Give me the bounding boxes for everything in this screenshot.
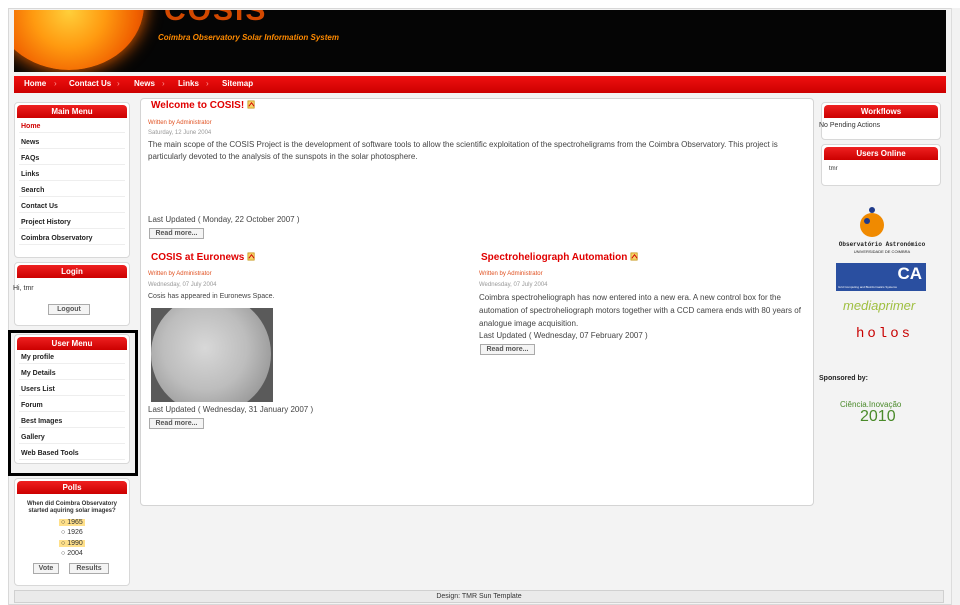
- article-author: Written by Administrator: [148, 120, 212, 126]
- nav-separator: ›: [54, 79, 57, 88]
- nav-home[interactable]: Home: [24, 79, 46, 88]
- solar-image: [151, 308, 273, 402]
- nav-separator: ›: [117, 79, 120, 88]
- article-title-spectroheliograph[interactable]: Spectroheliograph Automation: [481, 252, 639, 263]
- read-more-button[interactable]: Read more...: [480, 344, 535, 355]
- workflows-title: Workflows: [824, 105, 938, 118]
- polls-title: Polls: [17, 481, 127, 494]
- nav-links[interactable]: Links: [178, 79, 199, 88]
- pdf-icon[interactable]: [247, 252, 256, 261]
- article-author: Written by Administrator: [148, 271, 212, 277]
- main-menu-item-coimbra-observatory[interactable]: Coimbra Observatory: [19, 232, 125, 245]
- article-title-welcome[interactable]: Welcome to COSIS!: [151, 100, 256, 111]
- vote-button[interactable]: Vote: [33, 563, 59, 574]
- read-more-button[interactable]: Read more...: [149, 418, 204, 429]
- poll-question: When did Coimbra Observatory started aqu…: [26, 501, 117, 514]
- login-greeting: Hi, tmr: [13, 285, 34, 292]
- workflows-box: Workflows: [821, 102, 941, 140]
- main-menu-box: Main Menu Home News FAQs Links Search Co…: [14, 102, 130, 258]
- article-last-updated: Last Updated ( Wednesday, 07 February 20…: [479, 331, 648, 340]
- ca-logo-image: CA Grid Computing and Bioinformatics Sys…: [836, 263, 926, 291]
- poll-option-label: 1926: [67, 529, 83, 536]
- footer: Design: TMR Sun Template: [14, 590, 944, 603]
- main-menu-item-contact-us[interactable]: Contact Us: [19, 200, 125, 213]
- users-online-title: Users Online: [824, 147, 938, 160]
- nav-sitemap[interactable]: Sitemap: [222, 79, 253, 88]
- observatory-university: UNIVERSIDADE DE COIMBRA: [853, 249, 911, 254]
- site-logo-text: COSIS: [164, 10, 268, 27]
- scrollbar[interactable]: [951, 8, 960, 605]
- solar-disk-image: [151, 308, 271, 402]
- main-menu-item-faqs[interactable]: FAQs: [19, 152, 125, 165]
- article-body: The main scope of the COSIS Project is t…: [148, 140, 778, 161]
- article-date: Wednesday, 07 July 2004: [479, 282, 548, 288]
- polls-box: Polls When did Coimbra Observatory start…: [14, 478, 130, 586]
- poll-option-1926[interactable]: ○ 1926: [59, 529, 85, 536]
- holos-logo: holos: [856, 326, 914, 342]
- observatory-logo-icon: [860, 207, 884, 237]
- poll-option-2004[interactable]: ○ 2004: [59, 550, 85, 557]
- radio-icon: ○: [61, 529, 66, 536]
- poll-option-1965[interactable]: ○ 1965: [59, 519, 85, 526]
- main-menu-item-home[interactable]: Home: [19, 120, 125, 133]
- sun-logo-image: [14, 10, 144, 70]
- login-box: Login: [14, 262, 130, 326]
- article-last-updated: Last Updated ( Wednesday, 31 January 200…: [148, 405, 314, 414]
- ca-logo-subtitle: Grid Computing and Bioinformatics System…: [838, 285, 897, 289]
- highlight-rectangle: [8, 330, 138, 476]
- read-more-button[interactable]: Read more...: [149, 228, 204, 239]
- article-last-updated: Last Updated ( Monday, 22 October 2007 ): [148, 215, 300, 224]
- main-menu-item-links[interactable]: Links: [19, 168, 125, 181]
- top-navigation: Home › Contact Us › News › Links › Sitem…: [14, 76, 946, 93]
- login-title: Login: [17, 265, 127, 278]
- mediaprimer-logo: mediaprimer: [843, 298, 916, 313]
- nav-separator: ›: [206, 79, 209, 88]
- poll-option-label: 1990: [67, 540, 83, 547]
- ciencia-logo-year: 2010: [860, 408, 896, 425]
- nav-contact-us[interactable]: Contact Us: [69, 79, 111, 88]
- article-author: Written by Administrator: [479, 271, 543, 277]
- article-body: Cosis has appeared in Euronews Space.: [148, 293, 275, 300]
- pdf-icon[interactable]: [630, 252, 639, 261]
- article-date: Wednesday, 07 July 2004: [148, 282, 217, 288]
- online-user: tmr: [829, 166, 838, 172]
- pdf-icon[interactable]: [247, 100, 256, 109]
- radio-icon: ○: [61, 550, 66, 557]
- radio-icon: ○: [61, 519, 66, 526]
- main-menu-item-news[interactable]: News: [19, 136, 125, 149]
- sponsored-by-label: Sponsored by:: [819, 375, 869, 382]
- site-header: COSIS Coimbra Observatory Solar Informat…: [14, 10, 946, 72]
- poll-option-1990[interactable]: ○ 1990: [59, 540, 85, 547]
- workflows-status: No Pending Actions: [819, 122, 881, 129]
- users-online-box: Users Online: [821, 144, 941, 186]
- results-button[interactable]: Results: [69, 563, 109, 574]
- radio-icon: ○: [61, 540, 66, 547]
- logout-button[interactable]: Logout: [48, 304, 90, 315]
- nav-news[interactable]: News: [134, 79, 155, 88]
- site-subtitle: Coimbra Observatory Solar Information Sy…: [158, 33, 339, 42]
- observatory-name: Observatório Astronómico: [838, 241, 926, 248]
- article-body: Coimbra spectroheliograph has now entere…: [479, 293, 801, 328]
- main-menu-item-search[interactable]: Search: [19, 184, 125, 197]
- ca-logo-text: CA: [897, 264, 922, 283]
- poll-option-label: 2004: [67, 550, 83, 557]
- article-date: Saturday, 12 June 2004: [148, 130, 212, 136]
- main-menu-title: Main Menu: [17, 105, 127, 118]
- poll-option-label: 1965: [67, 519, 83, 526]
- nav-separator: ›: [162, 79, 165, 88]
- main-menu-item-project-history[interactable]: Project History: [19, 216, 125, 229]
- article-title-euronews[interactable]: COSIS at Euronews: [151, 252, 256, 263]
